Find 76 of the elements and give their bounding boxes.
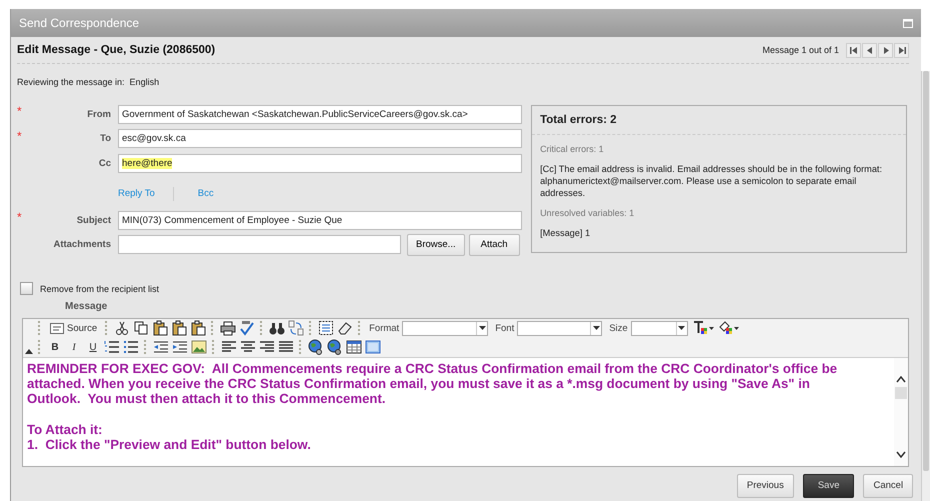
triangle-right-icon <box>882 46 889 54</box>
file-field[interactable] <box>118 235 401 254</box>
copy-icon[interactable] <box>132 319 150 337</box>
text-field[interactable]: here@there <box>118 154 522 172</box>
page-scrollbar[interactable] <box>921 71 930 501</box>
footer-button[interactable]: Cancel <box>863 474 914 498</box>
previous-page-button[interactable] <box>862 42 878 58</box>
last-page-button[interactable] <box>894 42 910 58</box>
clipboard-icon[interactable] <box>170 319 188 337</box>
format-button[interactable]: U <box>84 338 102 356</box>
scroll-up-icon[interactable] <box>896 376 906 382</box>
message-label: Message <box>65 301 108 312</box>
caret-icon <box>678 326 686 330</box>
attach-button[interactable]: Attach <box>468 234 520 256</box>
message-text: REMINDER FOR EXEC GOV: All Commencements require a CRC Status Confirmation email from the CRC Coordinator's office be attached. When you receive the CRC Status Confirmation email, you must save it as a *.msg document by using "Save As" in Outlook. You must then attach it to this Commencement. <box>27 360 838 406</box>
dropdown-label: Size <box>609 322 628 334</box>
window-title: Send Correspondence <box>19 16 140 30</box>
field-label: Attachments <box>52 239 112 250</box>
footer-button[interactable]: Save <box>802 474 854 498</box>
dropdown-label: Font <box>495 322 514 334</box>
field-label: To <box>99 133 112 144</box>
numbered-list-icon[interactable] <box>103 338 121 356</box>
required-asterisk: * <box>17 210 22 224</box>
pager-text: Message 1 out of 1 <box>762 45 840 55</box>
source-icon <box>50 322 64 334</box>
spellcheck-icon[interactable] <box>238 319 256 337</box>
required-asterisk: * <box>17 104 22 118</box>
text-field[interactable]: MIN(073) Commencement of Employee - Suzie Que <box>118 210 522 230</box>
source-button[interactable]: Source <box>46 319 102 337</box>
scrollbar[interactable] <box>894 358 908 466</box>
error-message: [Message] 1 <box>540 227 592 240</box>
required-asterisk: * <box>17 128 22 142</box>
globe-link-icon[interactable] <box>307 338 325 356</box>
globe-unlink-icon[interactable] <box>326 338 344 356</box>
message-heading: Edit Message - Que, Suzie (2086500) <box>17 44 216 56</box>
message-text: To Attach it: <box>27 422 104 437</box>
dropdown-label: Format <box>369 322 400 334</box>
maximize-icon[interactable] <box>903 18 914 28</box>
caret-icon <box>592 326 600 330</box>
error-title: Total errors: 2 <box>532 106 906 135</box>
triangle-left-icon <box>866 46 873 54</box>
error-heading: Critical errors: 1 <box>540 144 605 154</box>
footer-button[interactable]: Previous <box>736 474 794 498</box>
message-text: 1. Click the "Preview and Edit" button below. <box>27 436 312 452</box>
clipboard-icon[interactable] <box>151 319 170 337</box>
fill-color-icon[interactable] <box>716 319 741 337</box>
text-field[interactable]: Government of Saskatchewan <Saskatchewan.PublicServiceCareers@gov.sk.ca> <box>118 104 522 124</box>
select-all-icon[interactable] <box>317 319 336 337</box>
scroll-thumb[interactable] <box>895 386 908 398</box>
printer-icon[interactable] <box>219 319 238 337</box>
clipboard-icon[interactable] <box>189 319 208 337</box>
field-label: From <box>86 108 112 120</box>
image-icon[interactable] <box>190 338 208 356</box>
frame-icon[interactable] <box>364 338 382 356</box>
next-page-button[interactable] <box>878 42 894 58</box>
first-page-button[interactable] <box>846 42 862 58</box>
skip-left-icon <box>850 46 858 54</box>
bullet-list-icon[interactable] <box>122 338 140 356</box>
scroll-down-icon[interactable] <box>896 450 906 458</box>
browse-button[interactable]: Browse... <box>407 234 465 256</box>
error-heading: Unresolved variables: 1 <box>540 208 636 218</box>
checkbox-label: Remove from the recipient list <box>40 284 160 294</box>
format-button[interactable]: I <box>65 338 83 356</box>
caret-icon <box>478 326 486 330</box>
error-message: [Cc] The email address is invalid. Email addresses should be in the following format: alphanumerictext@mailserver.com. Please use a semicolon to separate email addresses. <box>540 163 884 200</box>
format-button[interactable]: B <box>46 338 64 356</box>
field-label: Cc <box>98 158 112 168</box>
text-color-icon[interactable] <box>692 319 716 337</box>
collapse-icon[interactable] <box>25 348 33 354</box>
checkbox[interactable] <box>20 282 33 295</box>
replace-icon[interactable] <box>287 319 306 337</box>
text-field[interactable]: esc@gov.sk.ca <box>118 129 522 148</box>
table-icon[interactable] <box>345 338 363 356</box>
field-label: Subject <box>76 214 112 226</box>
skip-right-icon <box>898 46 906 54</box>
language-text: Reviewing the message in: English <box>17 77 160 87</box>
